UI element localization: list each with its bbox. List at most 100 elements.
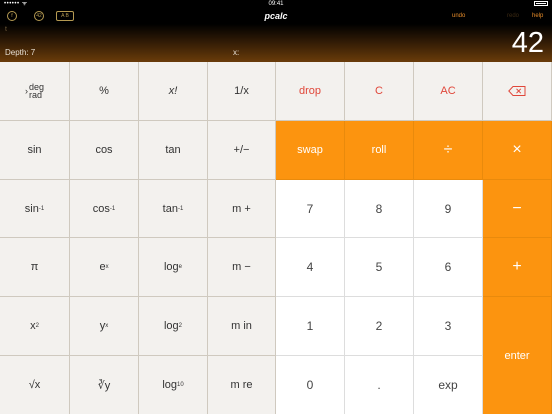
digit-1-label: 1 bbox=[306, 319, 314, 333]
all-clear-button[interactable]: AC bbox=[414, 62, 483, 121]
multiply-button[interactable]: × bbox=[483, 121, 552, 180]
undo-button[interactable]: undo bbox=[452, 8, 465, 24]
all-clear-label: AC bbox=[440, 85, 456, 97]
enter-label: enter bbox=[504, 349, 530, 362]
swap-button[interactable]: swap bbox=[276, 121, 345, 180]
m-plus-button[interactable]: m + bbox=[208, 180, 276, 238]
log2-button[interactable]: log 2 bbox=[139, 297, 208, 356]
exp-label: exp bbox=[438, 378, 458, 392]
status-time: 09:41 bbox=[268, 1, 284, 7]
loge-label: log bbox=[163, 261, 179, 273]
sqrt-button[interactable]: √x bbox=[0, 356, 70, 414]
enter-button[interactable]: enter bbox=[483, 297, 552, 414]
x-squared-button[interactable]: x2 bbox=[0, 297, 70, 356]
cos-label: cos bbox=[95, 144, 113, 156]
status-bar: •••••• ᯤ 09:41 bbox=[0, 0, 552, 8]
exp-button[interactable]: exp bbox=[414, 356, 483, 414]
log10-sub: 10 bbox=[177, 382, 184, 388]
minus-button[interactable]: − bbox=[483, 180, 552, 238]
digit-8-button[interactable]: 8 bbox=[345, 180, 414, 238]
digit-5-button[interactable]: 5 bbox=[345, 238, 414, 297]
e-power-button[interactable]: ex bbox=[70, 238, 139, 297]
digit-2-button[interactable]: 2 bbox=[345, 297, 414, 356]
sqrt-label: √x bbox=[28, 379, 41, 391]
digit-0-button[interactable]: 0 bbox=[276, 356, 345, 414]
plus-button[interactable]: + bbox=[483, 238, 552, 297]
m-in-button[interactable]: m in bbox=[208, 297, 276, 356]
y-power-button[interactable]: yx bbox=[70, 297, 139, 356]
factorial-label: x! bbox=[168, 85, 178, 97]
asin-label: sin bbox=[24, 202, 39, 215]
digit-1-button[interactable]: 1 bbox=[276, 297, 345, 356]
help-button[interactable]: help bbox=[532, 8, 543, 24]
multiply-label: × bbox=[512, 141, 522, 158]
reciprocal-label: 1/x bbox=[234, 85, 249, 97]
loge-sub: e bbox=[178, 264, 183, 270]
m-re-button[interactable]: m re bbox=[208, 356, 276, 414]
drop-label: drop bbox=[298, 85, 322, 97]
xroot-button[interactable]: ∛y bbox=[70, 356, 139, 414]
plus-label: + bbox=[512, 258, 522, 275]
percent-label: % bbox=[99, 85, 109, 97]
keypad: › deg rad % x! 1/x drop C AC sin cos tan… bbox=[0, 62, 552, 414]
drop-button[interactable]: drop bbox=[276, 62, 345, 121]
digit-9-button[interactable]: 9 bbox=[414, 180, 483, 238]
display-value: 42 bbox=[511, 27, 544, 59]
acos-button[interactable]: cos -1 bbox=[70, 180, 139, 238]
clear-button[interactable]: C bbox=[345, 62, 414, 121]
redo-button[interactable]: redo bbox=[507, 8, 519, 24]
sin-label: sin bbox=[27, 144, 42, 156]
e-power-sup: x bbox=[105, 264, 109, 270]
plus-minus-button[interactable]: +/− bbox=[208, 121, 276, 180]
roll-label: roll bbox=[371, 144, 387, 156]
digit-4-button[interactable]: 4 bbox=[276, 238, 345, 297]
pi-label: π bbox=[30, 261, 39, 273]
pcalc-app: •••••• ᯤ 09:41 f 42 A B pcalc undo redo … bbox=[0, 0, 552, 414]
display-panel: t Depth: 7 x: 42 bbox=[0, 24, 552, 62]
digit-6-label: 6 bbox=[444, 260, 452, 274]
rad-label: rad bbox=[28, 90, 42, 100]
digit-5-label: 5 bbox=[375, 260, 383, 274]
reciprocal-button[interactable]: 1/x bbox=[208, 62, 276, 121]
sin-button[interactable]: sin bbox=[0, 121, 70, 180]
digit-3-button[interactable]: 3 bbox=[414, 297, 483, 356]
decimal-button[interactable]: . bbox=[345, 356, 414, 414]
m-re-label: m re bbox=[230, 379, 253, 391]
atan-button[interactable]: tan -1 bbox=[139, 180, 208, 238]
cos-button[interactable]: cos bbox=[70, 121, 139, 180]
loge-button[interactable]: log e bbox=[139, 238, 208, 297]
divide-button[interactable]: ÷ bbox=[414, 121, 483, 180]
backspace-icon bbox=[508, 86, 526, 96]
digit-7-label: 7 bbox=[306, 201, 314, 216]
asin-sup: -1 bbox=[38, 205, 45, 212]
acos-sup: -1 bbox=[109, 205, 116, 212]
deg-rad-button[interactable]: › deg rad bbox=[0, 62, 70, 121]
percent-button[interactable]: % bbox=[70, 62, 139, 121]
swap-label: swap bbox=[297, 144, 323, 156]
x-register-label: x: bbox=[233, 48, 240, 57]
m-in-label: m in bbox=[231, 320, 252, 332]
atan-label: tan bbox=[162, 202, 178, 215]
m-minus-button[interactable]: m − bbox=[208, 238, 276, 297]
factorial-button[interactable]: x! bbox=[139, 62, 208, 121]
display-faint-label: t bbox=[5, 26, 7, 33]
stack-depth: Depth: 7 bbox=[5, 48, 36, 57]
pi-button[interactable]: π bbox=[0, 238, 70, 297]
asin-button[interactable]: sin -1 bbox=[0, 180, 70, 238]
log2-label: log bbox=[163, 320, 179, 332]
digit-7-button[interactable]: 7 bbox=[276, 180, 345, 238]
toolbar: f 42 A B pcalc undo redo help bbox=[0, 8, 552, 24]
divide-label: ÷ bbox=[443, 141, 453, 158]
log10-label: log bbox=[162, 379, 177, 391]
acos-label: cos bbox=[92, 202, 110, 215]
log10-button[interactable]: log 10 bbox=[139, 356, 208, 414]
roll-button[interactable]: roll bbox=[345, 121, 414, 180]
tan-button[interactable]: tan bbox=[139, 121, 208, 180]
minus-label: − bbox=[512, 199, 522, 217]
digit-2-label: 2 bbox=[375, 319, 383, 333]
backspace-button[interactable] bbox=[483, 62, 552, 121]
clear-label: C bbox=[375, 85, 383, 97]
app-title: pcalc bbox=[264, 11, 288, 21]
digit-6-button[interactable]: 6 bbox=[414, 238, 483, 297]
tan-label: tan bbox=[165, 144, 181, 156]
